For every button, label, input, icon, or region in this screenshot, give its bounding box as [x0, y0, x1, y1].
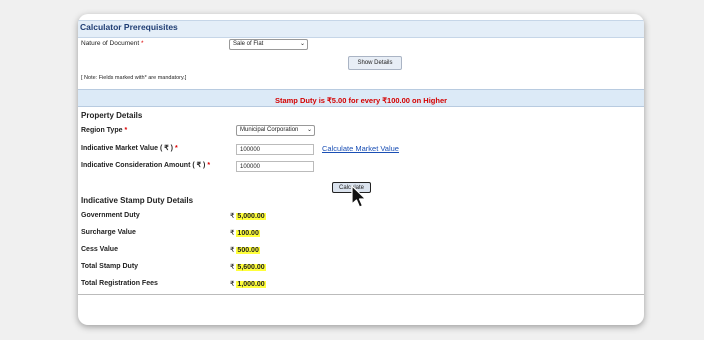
region-select-value: Municipal Corporation [240, 127, 299, 133]
stamp-duty-banner: Stamp Duty is ₹5.00 for every ₹100.00 on… [78, 89, 644, 107]
rupee-symbol: ₹ [230, 213, 235, 220]
stamp-duty-details-title: Indicative Stamp Duty Details [81, 196, 194, 205]
market-value-label: Indicative Market Value ( ₹ ) * [81, 144, 178, 152]
surcharge-value-value: ₹ 100.00 [230, 229, 260, 237]
cess-amount: 500.00 [236, 247, 260, 254]
rupee-symbol: ₹ [230, 247, 235, 254]
required-mark: * [124, 127, 128, 134]
consideration-label-text: Indicative Consideration Amount ( ₹ ) [81, 162, 206, 169]
mouse-pointer-icon [351, 185, 367, 208]
surcharge-value-label: Surcharge Value [81, 229, 136, 236]
market-label-text: Indicative Market Value ( ₹ ) [81, 145, 173, 152]
market-value-input[interactable]: 100000 [236, 144, 314, 155]
required-mark: * [140, 40, 144, 47]
total-stamp-duty-amount: 5,600.00 [236, 264, 266, 271]
property-details-title: Property Details [81, 111, 143, 120]
cess-value-label: Cess Value [81, 246, 118, 253]
show-details-button[interactable]: Show Details [348, 56, 402, 70]
stamp-duty-banner-text: Stamp Duty is ₹5.00 for every ₹100.00 on… [274, 96, 448, 105]
government-duty-value: ₹ 5,000.00 [230, 212, 266, 220]
total-stamp-duty-value: ₹ 5,600.00 [230, 263, 266, 271]
chevron-down-icon: ⌄ [306, 126, 312, 133]
consideration-amount-input[interactable]: 100000 [236, 161, 314, 172]
government-duty-label: Government Duty [81, 212, 140, 219]
mandatory-note: [ Note: Fields marked with* are mandator… [81, 75, 187, 81]
rupee-symbol: ₹ [230, 264, 235, 271]
cess-value-value: ₹ 500.00 [230, 246, 260, 254]
prerequisites-title: Calculator Prerequisites [80, 22, 178, 32]
rupee-symbol: ₹ [230, 281, 235, 288]
calculator-card: Calculator Prerequisites Nature of Docum… [78, 14, 644, 325]
nature-of-document-select[interactable]: Sale of Flat ⌄ [229, 39, 308, 50]
rupee-symbol: ₹ [230, 230, 235, 237]
required-mark: * [207, 162, 211, 169]
region-type-label: Region Type * [81, 127, 127, 134]
region-type-select[interactable]: Municipal Corporation ⌄ [236, 125, 315, 136]
bottom-divider [78, 294, 644, 295]
total-registration-fees-label: Total Registration Fees [81, 280, 158, 287]
prerequisites-header: Calculator Prerequisites [78, 20, 644, 38]
calculate-market-value-link[interactable]: Calculate Market Value [322, 144, 399, 153]
nature-select-value: Sale of Flat [233, 41, 264, 47]
government-duty-amount: 5,000.00 [236, 213, 266, 220]
chevron-down-icon: ⌄ [299, 41, 305, 47]
required-mark: * [174, 145, 178, 152]
total-stamp-duty-label: Total Stamp Duty [81, 263, 139, 270]
surcharge-amount: 100.00 [236, 230, 260, 237]
registration-fees-amount: 1,000.00 [236, 281, 266, 288]
total-registration-fees-value: ₹ 1,000.00 [230, 280, 266, 288]
nature-label-text: Nature of Document [81, 40, 140, 47]
consideration-amount-label: Indicative Consideration Amount ( ₹ ) * [81, 161, 210, 169]
region-label-text: Region Type [81, 127, 123, 134]
nature-of-document-label: Nature of Document * [81, 40, 144, 47]
